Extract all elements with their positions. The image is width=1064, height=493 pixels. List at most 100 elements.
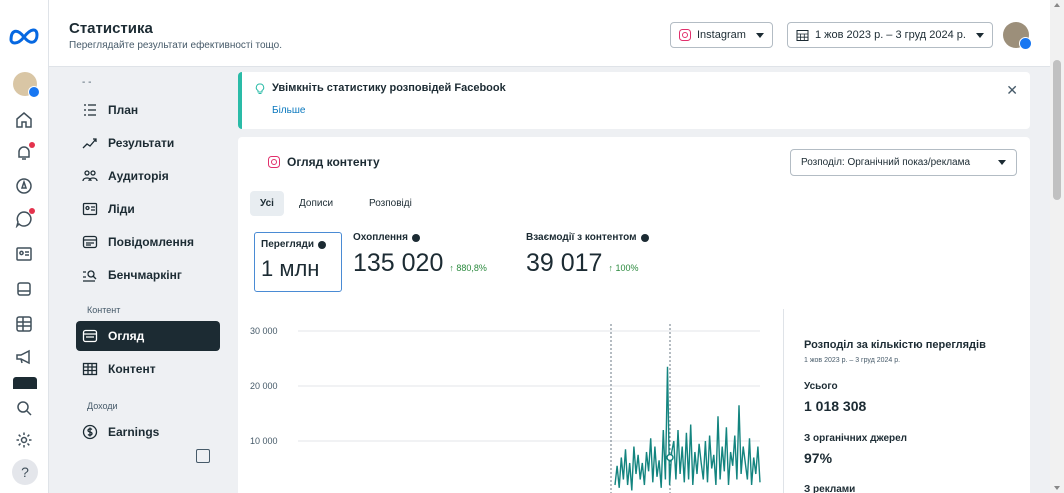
- sidebar-item-label: Ліди: [108, 202, 135, 216]
- metric-reach-label: Охоплення: [353, 232, 408, 243]
- icon-rail: ?: [0, 0, 49, 493]
- organic-label: З органічних джерел: [804, 433, 908, 444]
- metric-reach-value: 135 020: [353, 249, 444, 277]
- chat-notification-dot: [29, 208, 35, 214]
- metric-reach[interactable]: Охоплення 135 020 ↑ 880,8%: [353, 232, 487, 292]
- metric-interactions-change: ↑ 100%: [608, 263, 639, 273]
- sidebar-item-leads[interactable]: Ліди: [76, 194, 220, 224]
- page-subtitle: Переглядайте результати ефективності тощ…: [69, 40, 282, 51]
- sidebar-item-label: Earnings: [108, 425, 160, 439]
- home-icon[interactable]: [12, 108, 36, 132]
- results-icon: [82, 138, 97, 149]
- platform-selector-label: Instagram: [697, 29, 746, 41]
- content-table-icon: [82, 362, 98, 376]
- date-range-picker[interactable]: 1 жов 2023 р. – 3 груд 2024 р.: [787, 22, 993, 48]
- plan-icon: [84, 104, 96, 116]
- compass-icon[interactable]: [12, 174, 36, 198]
- platform-selector[interactable]: Instagram: [670, 22, 773, 48]
- page-scrollbar[interactable]: [1050, 0, 1064, 493]
- sidebar-item-content[interactable]: Контент: [76, 354, 220, 384]
- content-overview-header: Огляд контенту: [268, 155, 380, 169]
- chart-hover-point[interactable]: [666, 453, 674, 462]
- notification-dot: [29, 142, 35, 148]
- organic-value: 97%: [804, 450, 833, 466]
- banner-more-link[interactable]: Більше: [272, 105, 305, 116]
- chevron-down-icon: [755, 32, 764, 38]
- metric-views[interactable]: Перегляди 1 млн: [254, 232, 342, 292]
- sidebar-item-plan[interactable]: План: [76, 95, 220, 125]
- breakdown-panel-title: Розподіл за кількістю переглядів: [804, 339, 986, 351]
- banner-title: Увімкніть статистику розповідей Facebook: [272, 82, 506, 94]
- views-breakdown-panel: Розподіл за кількістю переглядів 1 жов 2…: [783, 309, 1030, 493]
- table-grid-icon[interactable]: [12, 312, 36, 336]
- tab-posts[interactable]: Дописи: [289, 191, 343, 216]
- scroll-up-arrow-icon[interactable]: [1054, 3, 1060, 7]
- sidebar-item-messages[interactable]: Повідомлення: [76, 227, 220, 257]
- sidebar-item-label: Бенчмаркінг: [108, 268, 182, 282]
- info-icon[interactable]: [640, 233, 649, 242]
- account-avatar[interactable]: [13, 72, 40, 98]
- breakdown-dropdown[interactable]: Розподіл: Органічний показ/реклама: [790, 149, 1017, 176]
- profile-avatar[interactable]: [1003, 22, 1032, 50]
- leads-icon: [82, 202, 98, 216]
- metric-reach-change: ↑ 880,8%: [449, 263, 487, 273]
- sidebar-partial-item: - -: [82, 77, 92, 88]
- ads-label: З реклами: [804, 484, 856, 493]
- messages-icon: [82, 235, 98, 249]
- views-line-chart[interactable]: 30 000 20 000 10 000: [238, 312, 783, 493]
- sidebar-item-label: Огляд: [108, 329, 145, 343]
- sidebar-item-label: Аудиторія: [108, 169, 169, 183]
- meta-logo-icon[interactable]: [7, 25, 41, 45]
- total-value: 1 018 308: [804, 398, 867, 414]
- metric-interactions[interactable]: Взаємодії з контентом 39 017 ↑ 100%: [526, 232, 649, 292]
- close-icon[interactable]: ✕: [1006, 82, 1018, 99]
- sidebar-item-overview[interactable]: Огляд: [76, 321, 220, 351]
- page-title: Статистика: [69, 20, 153, 37]
- chart-y-tick-label: 20 000: [250, 381, 278, 391]
- page-header: Статистика Переглядайте результати ефект…: [49, 0, 1050, 67]
- metric-interactions-label: Взаємодії з контентом: [526, 232, 637, 243]
- sidebar-item-audience[interactable]: Аудиторія: [76, 161, 220, 191]
- sidebar-item-earnings[interactable]: Earnings: [76, 417, 220, 447]
- app-root: ? Статистика Переглядайте результати ефе…: [0, 0, 1064, 493]
- sidebar-item-results[interactable]: Результати: [76, 128, 220, 158]
- overview-icon: [82, 329, 98, 343]
- chevron-down-icon: [975, 32, 984, 38]
- scrollbar-thumb[interactable]: [1053, 60, 1061, 200]
- help-icon[interactable]: ?: [12, 459, 38, 485]
- sidebar-item-benchmarking[interactable]: Бенчмаркінг: [76, 260, 220, 290]
- sidebar-item-label: План: [108, 103, 139, 117]
- tab-all[interactable]: Усі: [250, 191, 284, 216]
- facebook-stories-banner: Увімкніть статистику розповідей Facebook…: [238, 72, 1030, 129]
- chart-y-tick-label: 30 000: [250, 326, 278, 336]
- contacts-card-icon[interactable]: [12, 242, 36, 266]
- tab-stories[interactable]: Розповіді: [359, 191, 422, 216]
- scroll-down-arrow-icon[interactable]: [1054, 486, 1060, 490]
- metric-views-label: Перегляди: [261, 239, 315, 250]
- chart-series-line[interactable]: [614, 366, 761, 491]
- notifications-icon[interactable]: [12, 141, 36, 165]
- card-title: Огляд контенту: [287, 155, 380, 169]
- settings-gear-icon[interactable]: [12, 428, 36, 452]
- benchmarking-icon: [83, 270, 97, 282]
- audience-icon: [82, 170, 98, 182]
- posts-icon[interactable]: [12, 277, 36, 301]
- insights-sidebar: - - План Результати Аудиторія Ліди Повід…: [60, 67, 230, 493]
- info-icon[interactable]: [318, 240, 327, 249]
- search-icon[interactable]: [12, 396, 36, 420]
- total-label: Усього: [804, 381, 838, 392]
- instagram-icon: [268, 156, 280, 168]
- calendar-icon: [796, 29, 809, 41]
- collapse-sidebar-icon[interactable]: [196, 449, 210, 463]
- chevron-down-icon: [998, 160, 1006, 165]
- chart-y-tick-label: 10 000: [250, 436, 278, 446]
- rail-active-indicator[interactable]: [13, 377, 37, 389]
- breakdown-panel-date: 1 жов 2023 р. – 3 груд 2024 р.: [804, 357, 901, 364]
- chat-icon[interactable]: [12, 207, 36, 231]
- metric-interactions-value: 39 017: [526, 249, 603, 277]
- info-icon[interactable]: [411, 233, 420, 242]
- sidebar-section-content: Контент: [87, 305, 121, 315]
- instagram-icon: [679, 29, 691, 41]
- megaphone-icon[interactable]: [12, 345, 36, 369]
- metric-views-value: 1 млн: [261, 256, 320, 281]
